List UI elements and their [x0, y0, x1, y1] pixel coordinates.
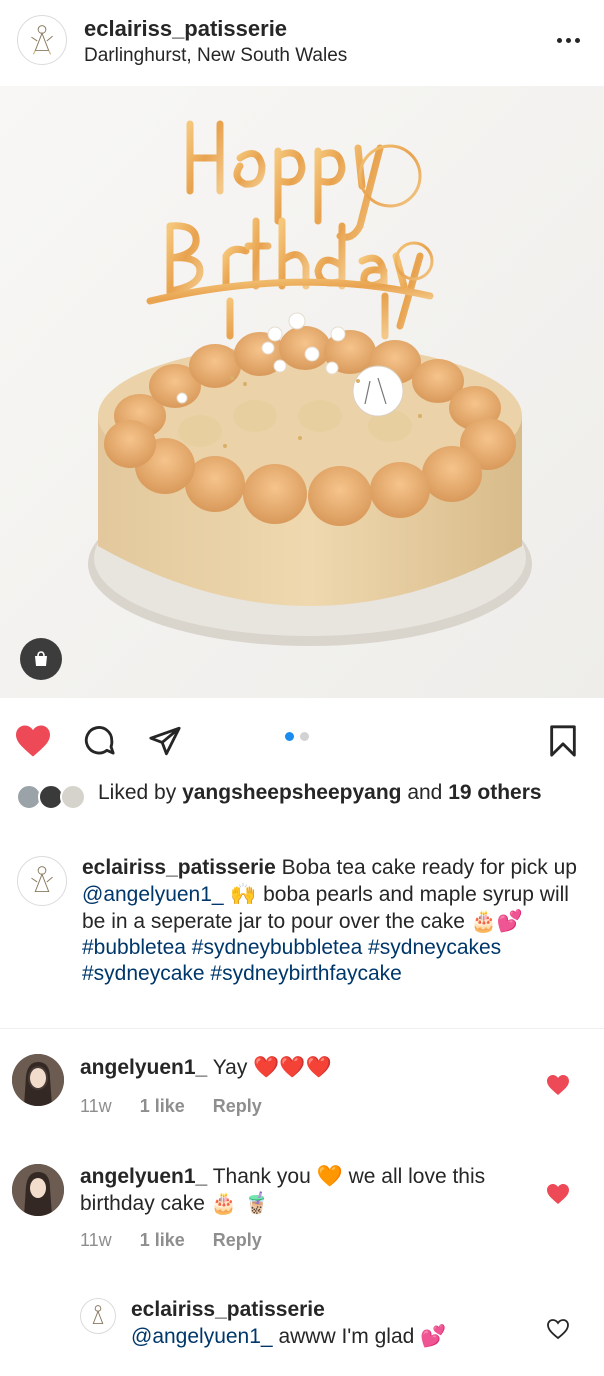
- commenter-avatar[interactable]: [12, 1054, 64, 1106]
- more-options-button[interactable]: [554, 26, 582, 54]
- caption-username[interactable]: eclairiss_patisserie: [82, 856, 276, 879]
- reply-avatar[interactable]: [80, 1298, 116, 1334]
- more-dot: [565, 37, 571, 43]
- heart-filled-icon: [16, 725, 50, 757]
- likes-text[interactable]: Liked by yangsheepsheepyang and 19 other…: [98, 780, 578, 806]
- comment-likes[interactable]: 1 like: [140, 1230, 185, 1251]
- comment-body: Thank you: [207, 1165, 317, 1188]
- patisserie-logo-icon: [81, 1299, 115, 1333]
- comment-username[interactable]: angelyuen1_: [80, 1165, 207, 1188]
- divider: [0, 1028, 604, 1029]
- commenter-avatar[interactable]: [12, 1164, 64, 1216]
- send-icon: [149, 726, 181, 756]
- post-username[interactable]: eclairiss_patisserie: [84, 16, 287, 42]
- more-dot: [574, 37, 580, 43]
- comment-username[interactable]: angelyuen1_: [80, 1056, 207, 1079]
- caption-mention[interactable]: @angelyuen1_: [82, 883, 224, 906]
- hashtag-link[interactable]: #sydneybirthfaycake: [210, 962, 401, 985]
- comment-emoji: 🎂 🧋: [210, 1191, 270, 1215]
- shopping-bag-button[interactable]: [20, 638, 62, 680]
- post-location[interactable]: Darlinghurst, New South Wales: [84, 45, 347, 67]
- post-caption: eclairiss_patisserie Boba tea cake ready…: [82, 855, 587, 987]
- comment-like-heart-outline-icon[interactable]: [546, 1318, 570, 1340]
- pager-dot: [300, 732, 309, 741]
- comment-text: angelyuen1_ Thank you 🧡 we all love this…: [80, 1163, 520, 1217]
- reply-button[interactable]: Reply: [213, 1230, 262, 1251]
- profile-avatar[interactable]: [17, 15, 67, 65]
- comment-time: 11w: [80, 1230, 112, 1250]
- comment-meta: 11w 1 like Reply: [80, 1096, 262, 1117]
- cake-photo: [0, 86, 604, 698]
- person-photo-icon: [12, 1164, 64, 1216]
- hashtag-link[interactable]: #sydneybubbletea: [192, 936, 362, 959]
- share-button[interactable]: [146, 722, 184, 760]
- person-photo-icon: [12, 1054, 64, 1106]
- comment-body: Yay: [207, 1056, 254, 1079]
- comment-meta: 11w 1 like Reply: [80, 1230, 262, 1251]
- reply-text: eclairiss_patisserie @angelyuen1_ awww I…: [131, 1297, 531, 1350]
- hashtag-link[interactable]: #sydneycake: [82, 962, 205, 985]
- reply-button[interactable]: Reply: [213, 1096, 262, 1117]
- caption-emoji-1: 🙌: [223, 882, 264, 906]
- shopping-bag-icon: [35, 651, 47, 666]
- save-button[interactable]: [544, 722, 582, 760]
- post-photo[interactable]: [0, 86, 604, 698]
- patisserie-logo-icon: [18, 16, 66, 64]
- likes-user[interactable]: yangsheepsheepyang: [182, 781, 401, 804]
- comment-icon: [84, 726, 115, 755]
- reply-emoji: 💕: [420, 1324, 447, 1348]
- comment-emoji: ❤️❤️❤️: [253, 1055, 332, 1079]
- bookmark-icon: [550, 725, 576, 757]
- comment-emoji: 🧡: [316, 1164, 343, 1188]
- post-header: eclairiss_patisserie Darlinghurst, New S…: [0, 0, 604, 86]
- liker-avatars: [16, 784, 88, 810]
- hashtag-link[interactable]: #sydneycakes: [368, 936, 501, 959]
- liker-avatar: [60, 784, 86, 810]
- caption-avatar[interactable]: [17, 856, 67, 906]
- patisserie-logo-icon: [18, 857, 66, 905]
- comment-like-heart-icon[interactable]: [546, 1074, 570, 1096]
- likes-prefix: Liked by: [98, 781, 183, 804]
- likes-and: and: [401, 781, 449, 804]
- more-horizontal-icon: [556, 37, 562, 43]
- comment-time: 11w: [80, 1096, 112, 1116]
- reply-mention[interactable]: @angelyuen1_: [131, 1325, 273, 1348]
- carousel-pager: [285, 732, 309, 741]
- caption-text-1: Boba tea cake ready for pick up: [275, 856, 577, 879]
- comment-likes[interactable]: 1 like: [140, 1096, 185, 1117]
- comment-text: angelyuen1_ Yay ❤️❤️❤️: [80, 1054, 530, 1081]
- likes-count[interactable]: 19 others: [448, 781, 541, 804]
- like-button[interactable]: [14, 722, 52, 760]
- reply-body: awww I'm glad: [272, 1325, 421, 1348]
- comment-button[interactable]: [80, 722, 118, 760]
- pager-dot-active: [285, 732, 294, 741]
- comment-like-heart-icon[interactable]: [546, 1183, 570, 1205]
- caption-emoji-2: 🎂💕: [470, 909, 524, 933]
- reply-username[interactable]: eclairiss_patisserie: [131, 1298, 325, 1321]
- hashtag-link[interactable]: #bubbletea: [82, 936, 186, 959]
